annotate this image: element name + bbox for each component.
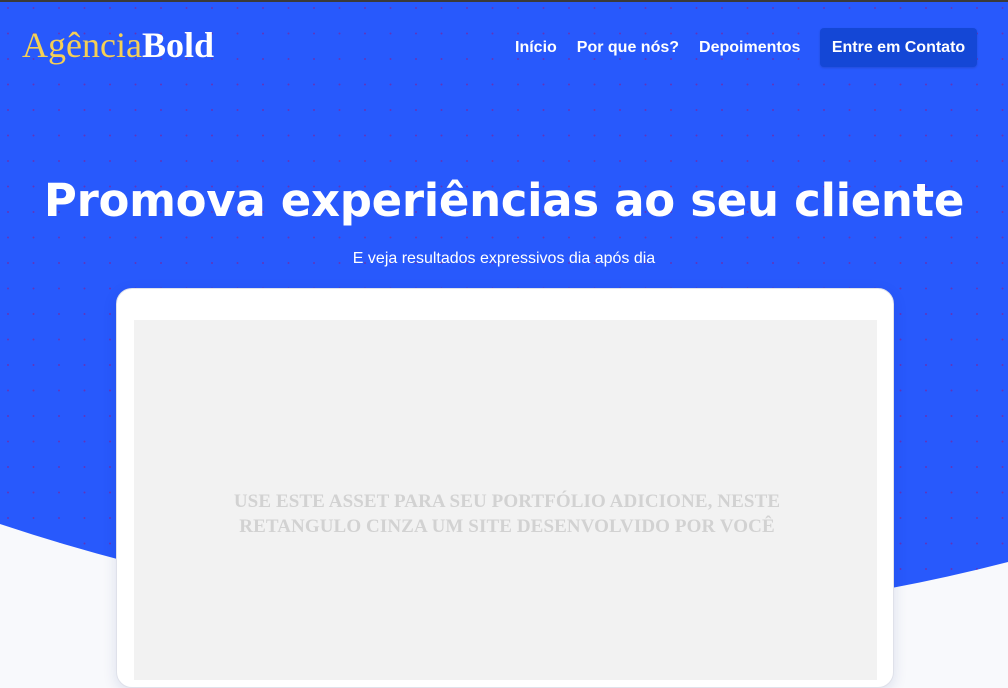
contact-button[interactable]: Entre em Contato [820,28,977,67]
hero-subtitle: E veja resultados expressivos dia após d… [352,250,656,267]
mockup-placeholder-line-1: USE ESTE ASSET PARA SEU PORTFÓLIO ADICIO… [233,491,781,512]
mockup-placeholder-text: USE ESTE ASSET PARA SEU PORTFÓLIO ADICIO… [117,489,897,539]
nav-menu: Início Por que nós? Depoimentos [515,38,800,58]
device-mockup: USE ESTE ASSET PARA SEU PORTFÓLIO ADICIO… [116,288,894,688]
brand-logo-bold: Bold [141,25,214,65]
navbar: AgênciaBold Início Por que nós? Depoimen… [0,2,1008,90]
brand-logo-light: Agência [22,25,142,65]
window-top-border [0,0,1008,2]
nav-link-por-que-nos[interactable]: Por que nós? [577,38,679,58]
brand-logo[interactable]: AgênciaBold [22,25,214,65]
nav-link-inicio[interactable]: Início [515,38,557,58]
hero-title: Promova experiências ao seu cliente [43,174,965,227]
nav-link-depoimentos[interactable]: Depoimentos [699,38,800,58]
mockup-placeholder-line-2: RETANGULO CINZA UM SITE DESENVOLVIDO POR… [239,516,775,537]
